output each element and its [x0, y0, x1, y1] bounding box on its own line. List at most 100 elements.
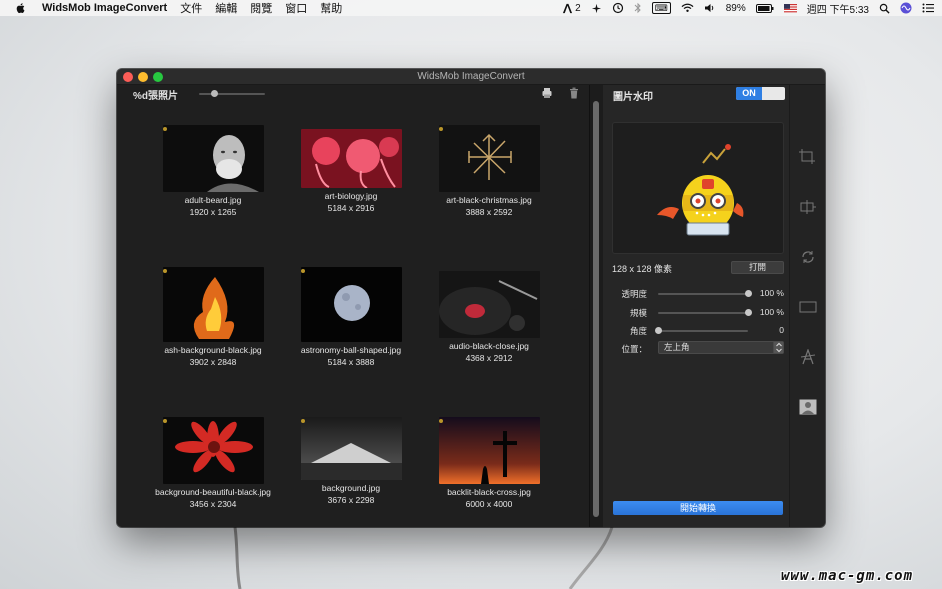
file-dimensions: 5184 x 2916 — [327, 203, 375, 213]
scrollbar-thumb[interactable] — [593, 101, 599, 517]
file-dimensions: 4368 x 2912 — [465, 353, 513, 363]
selection-dot — [439, 127, 443, 131]
select-arrows-icon — [773, 342, 783, 353]
photo-tile[interactable]: adult-beard.jpg 1920 x 1265 — [148, 125, 278, 217]
position-select[interactable]: 左上角 — [658, 341, 784, 354]
printer-icon[interactable] — [542, 87, 552, 99]
file-dimensions: 6000 x 4000 — [465, 499, 513, 509]
photo-thumbnail[interactable] — [162, 417, 264, 484]
file-name: audio-black-close.jpg — [449, 341, 529, 351]
notification-center-icon[interactable] — [922, 3, 934, 13]
thumbnail-size-knob[interactable] — [211, 90, 218, 97]
photo-tile[interactable]: audio-black-close.jpg 4368 x 2912 — [424, 271, 554, 363]
menu-help[interactable]: 幫助 — [320, 0, 342, 16]
app-window: WidsMob ImageConvert %d張照片 adult-beard.j… — [117, 69, 825, 527]
window-title: WidsMob ImageConvert — [417, 71, 525, 82]
open-watermark-button[interactable]: 打開 — [731, 261, 784, 274]
text-watermark-icon[interactable] — [799, 349, 817, 365]
photo-browser: %d張照片 adult-beard.jpg 1920 x 1265 art-bi… — [117, 85, 589, 527]
photo-tile[interactable]: astronomy-ball-shaped.jpg 5184 x 3888 — [286, 267, 416, 367]
photo-thumbnail[interactable] — [438, 125, 540, 192]
toggle-on-label: ON — [736, 87, 762, 100]
us-flag-icon[interactable] — [783, 3, 797, 13]
angle-value: 0 — [779, 325, 784, 335]
opacity-label: 透明度 — [621, 289, 647, 299]
scale-knob[interactable] — [745, 309, 752, 316]
file-dimensions: 3456 x 2304 — [189, 499, 237, 509]
angle-slider[interactable] — [658, 330, 748, 332]
title-bar[interactable]: WidsMob ImageConvert — [117, 69, 825, 85]
file-name: art-black-christmas.jpg — [446, 195, 532, 205]
selection-dot — [301, 419, 305, 423]
menu-edit[interactable]: 編輯 — [215, 0, 237, 16]
watermark-size-label: 128 x 128 像素 — [612, 264, 673, 274]
photo-thumbnail[interactable] — [162, 267, 264, 342]
photo-tile[interactable]: ash-background-black.jpg 3902 x 2848 — [148, 267, 278, 367]
menu-view[interactable]: 閱覽 — [250, 0, 272, 16]
photo-grid-scrollbar[interactable] — [589, 85, 603, 527]
scale-slider[interactable] — [658, 312, 748, 314]
bluetooth-icon[interactable] — [634, 2, 642, 14]
photo-thumbnail[interactable] — [438, 417, 540, 484]
opacity-value: 100 % — [759, 288, 784, 298]
selection-dot — [301, 269, 305, 273]
apple-icon[interactable] — [14, 2, 28, 14]
watermark-panel: 圖片水印 ON 128 x 128 像素 打開 透明度 100 % 規模 100… — [603, 85, 789, 527]
clock[interactable]: 週四 下午5:33 — [807, 1, 869, 16]
app-menu[interactable]: WidsMob ImageConvert — [42, 2, 167, 14]
battery-icon[interactable] — [755, 3, 774, 13]
adobe-tray[interactable]: 2 — [562, 3, 581, 14]
photo-tile[interactable]: background-beautiful-black.jpg 3456 x 23… — [148, 417, 278, 509]
opacity-knob[interactable] — [745, 290, 752, 297]
watermark-toggle[interactable]: ON — [736, 87, 785, 100]
adobe-icon — [563, 3, 573, 13]
crop-icon[interactable] — [799, 149, 817, 165]
rotate-icon[interactable] — [799, 249, 817, 265]
file-name: background-beautiful-black.jpg — [155, 487, 271, 497]
photo-thumbnail[interactable] — [162, 125, 264, 192]
siri-icon[interactable] — [900, 2, 912, 14]
photo-thumbnail[interactable] — [300, 129, 402, 188]
menu-file[interactable]: 文件 — [180, 0, 202, 16]
file-dimensions: 5184 x 3888 — [327, 357, 375, 367]
file-dimensions: 3676 x 2298 — [327, 495, 375, 505]
menu-window[interactable]: 窗口 — [285, 0, 307, 16]
opacity-row: 透明度 100 % — [603, 288, 789, 300]
robot-watermark-image — [657, 144, 744, 236]
position-label: 位置： — [621, 344, 647, 354]
resize-icon[interactable] — [799, 199, 817, 215]
photo-tile[interactable]: background.jpg 3676 x 2298 — [286, 417, 416, 505]
browser-toolbar: %d張照片 — [117, 85, 589, 103]
position-value: 左上角 — [664, 342, 690, 352]
volume-icon[interactable] — [704, 3, 716, 13]
photo-thumbnail[interactable] — [438, 271, 540, 338]
wifi-icon[interactable] — [681, 3, 694, 13]
file-dimensions: 3902 x 2848 — [189, 357, 237, 367]
start-convert-button[interactable]: 開始轉換 — [613, 501, 783, 515]
trash-icon[interactable] — [569, 87, 579, 99]
selection-dot — [163, 127, 167, 131]
scale-label: 規模 — [629, 308, 647, 318]
photo-count-label: %d張照片 — [133, 91, 178, 102]
border-icon[interactable] — [799, 299, 817, 315]
image-watermark-icon[interactable] — [799, 399, 817, 415]
battery-percent: 89% — [725, 2, 746, 14]
input-indicator-icon[interactable]: ⌨ — [651, 2, 671, 14]
airplane-icon[interactable] — [591, 3, 602, 14]
selection-dot — [163, 419, 167, 423]
photo-tile[interactable]: backlit-black-cross.jpg 6000 x 4000 — [424, 417, 554, 509]
selection-dot — [439, 419, 443, 423]
photo-tile[interactable]: art-biology.jpg 5184 x 2916 — [286, 129, 416, 213]
thumbnail-size-slider[interactable] — [199, 93, 265, 95]
opacity-slider[interactable] — [658, 293, 748, 295]
spotlight-search-icon[interactable] — [879, 3, 890, 14]
photo-thumbnail[interactable] — [300, 417, 402, 480]
panel-title: 圖片水印 — [613, 92, 653, 103]
file-dimensions: 1920 x 1265 — [189, 207, 237, 217]
angle-knob[interactable] — [655, 327, 662, 334]
angle-row: 角度 0 — [603, 325, 789, 337]
selection-dot — [163, 269, 167, 273]
time-machine-icon[interactable] — [612, 2, 624, 14]
photo-tile[interactable]: art-black-christmas.jpg 3888 x 2592 — [424, 125, 554, 217]
photo-thumbnail[interactable] — [300, 267, 402, 342]
